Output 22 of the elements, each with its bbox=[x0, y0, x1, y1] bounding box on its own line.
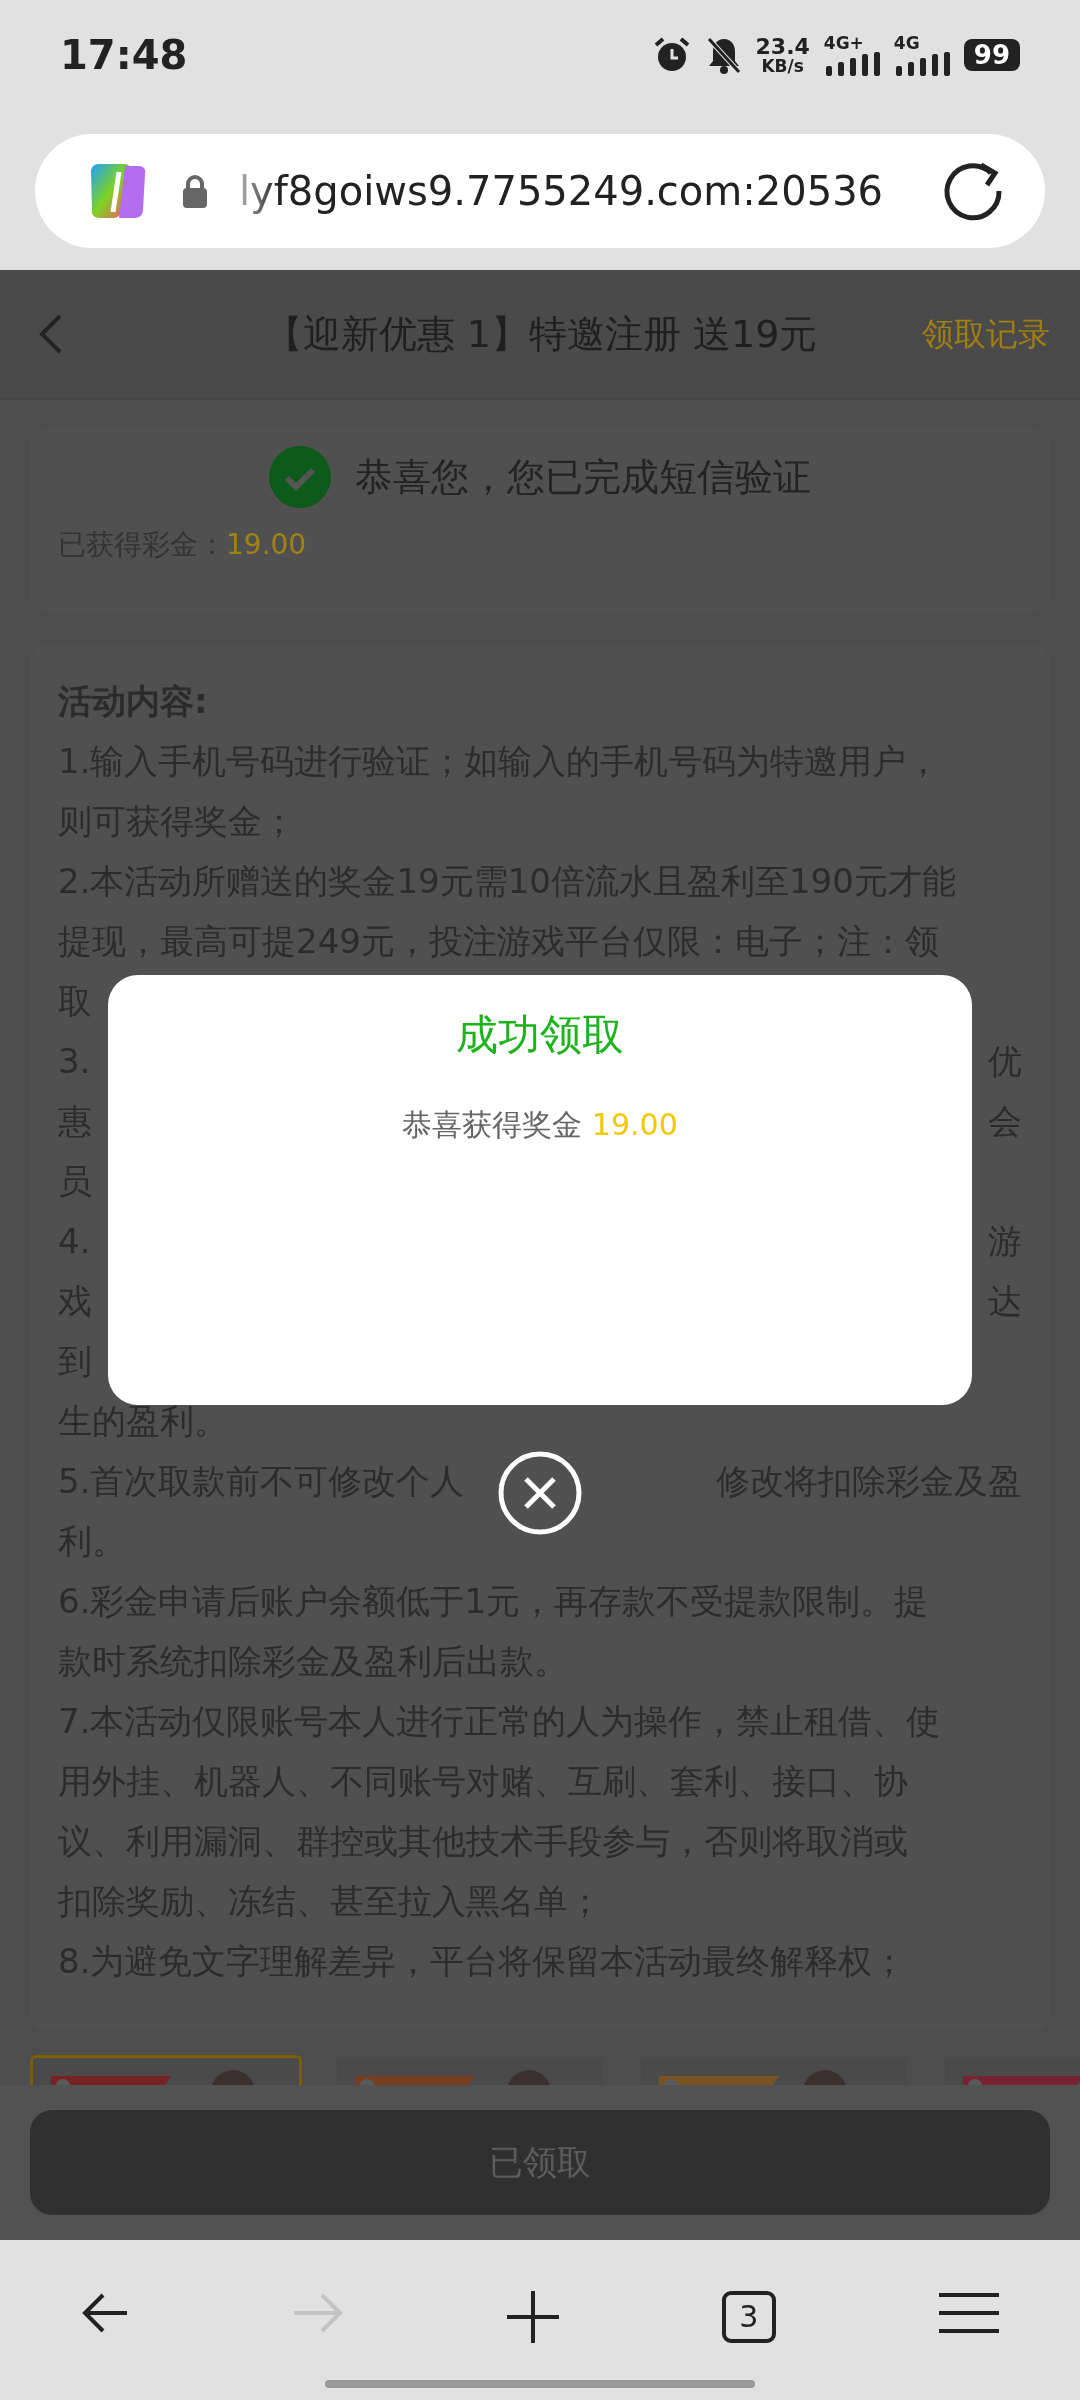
network-type: 4G+ bbox=[823, 34, 865, 52]
network-type: 4G bbox=[893, 34, 921, 52]
address-bar[interactable]: lyf8goiws9.7755249.com:20536 bbox=[35, 134, 1045, 248]
status-time: 17:48 bbox=[60, 31, 188, 80]
close-icon bbox=[498, 1451, 582, 1535]
dialog-title: 成功领取 bbox=[456, 1009, 624, 1061]
network-speed-unit: KB/s bbox=[761, 57, 804, 75]
close-button[interactable] bbox=[498, 1451, 582, 1535]
arrow-right-icon bbox=[292, 2291, 345, 2335]
check-circle-icon bbox=[269, 446, 331, 508]
plus-icon bbox=[507, 2291, 559, 2343]
signal-icon bbox=[893, 51, 950, 76]
dialog-message: 恭喜获得奖金 19.00 bbox=[402, 1106, 678, 1144]
arrow-left-icon bbox=[81, 2291, 130, 2335]
battery-level: 99 bbox=[963, 38, 1020, 72]
lock-icon bbox=[181, 174, 209, 208]
signal-icon bbox=[823, 51, 880, 76]
bonus-amount: 19.00 bbox=[226, 527, 307, 563]
menu-icon bbox=[938, 2291, 999, 2335]
home-indicator[interactable] bbox=[325, 2380, 755, 2388]
bell-muted-icon bbox=[705, 35, 742, 75]
network-speed: 23.4 bbox=[755, 35, 810, 58]
